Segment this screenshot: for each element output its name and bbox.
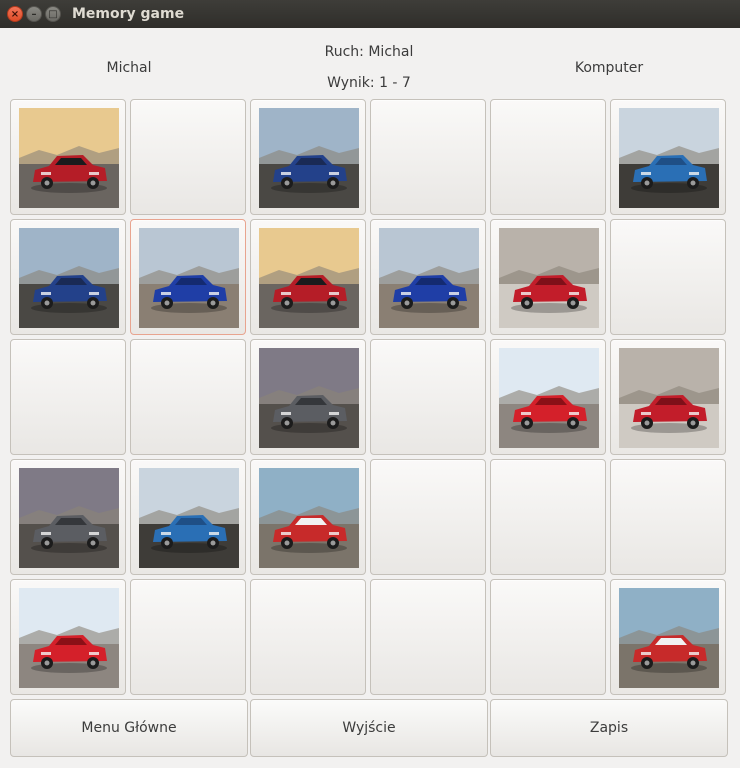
car-photo-peugeot-308-red — [619, 348, 719, 448]
card-revealed-peugeot-308-red[interactable] — [490, 219, 606, 335]
card-hidden[interactable] — [370, 339, 486, 455]
card-hidden[interactable] — [490, 579, 606, 695]
card-hidden[interactable] — [130, 99, 246, 215]
card-hidden[interactable] — [130, 339, 246, 455]
car-photo-kia-rio-red — [19, 588, 119, 688]
card-revealed-kia-rio-red[interactable] — [490, 339, 606, 455]
card-revealed-mini-cooper-red[interactable] — [610, 579, 726, 695]
card-revealed-porsche-panamera-blue[interactable] — [250, 99, 366, 215]
car-photo-mini-cooper-red — [259, 468, 359, 568]
card-hidden[interactable] — [250, 579, 366, 695]
car-photo-jaguar-ipace-grey — [259, 348, 359, 448]
card-hidden[interactable] — [370, 459, 486, 575]
card-revealed-bmw-i3-red[interactable] — [250, 219, 366, 335]
score-display: Wynik: 1 - 7 — [327, 75, 411, 91]
card-revealed-jaguar-ipace-grey[interactable] — [250, 339, 366, 455]
card-hidden[interactable] — [370, 579, 486, 695]
car-photo-bmw-i3-red — [19, 108, 119, 208]
main-menu-button[interactable]: Menu Główne — [10, 699, 248, 757]
exit-button[interactable]: Wyjście — [250, 699, 488, 757]
car-photo-kia-rio-red — [499, 348, 599, 448]
player-right-name: Komputer — [574, 60, 644, 76]
card-hidden[interactable] — [610, 219, 726, 335]
card-revealed-bmw-m5-blue[interactable] — [130, 219, 246, 335]
card-revealed-peugeot-308-red[interactable] — [610, 339, 726, 455]
save-button[interactable]: Zapis — [490, 699, 728, 757]
car-photo-mini-cooper-red — [619, 588, 719, 688]
maximize-window-button[interactable]: □ — [45, 6, 61, 22]
card-hidden[interactable] — [370, 99, 486, 215]
car-photo-porsche-panamera-blue — [259, 108, 359, 208]
card-revealed-audi-tt-blue[interactable] — [610, 99, 726, 215]
card-revealed-bmw-m5-blue[interactable] — [370, 219, 486, 335]
card-revealed-mini-cooper-red[interactable] — [250, 459, 366, 575]
card-hidden[interactable] — [10, 339, 126, 455]
car-photo-porsche-panamera-blue — [19, 228, 119, 328]
player-left-name: Michal — [106, 60, 152, 76]
card-revealed-jaguar-ipace-grey[interactable] — [10, 459, 126, 575]
card-hidden[interactable] — [610, 459, 726, 575]
turn-indicator: Ruch: Michal — [324, 44, 414, 60]
car-photo-audi-tt-blue — [139, 468, 239, 568]
car-photo-peugeot-308-red — [499, 228, 599, 328]
card-revealed-bmw-i3-red[interactable] — [10, 99, 126, 215]
window-title: Memory game — [72, 6, 185, 22]
car-photo-bmw-i3-red — [259, 228, 359, 328]
car-photo-bmw-m5-blue — [379, 228, 479, 328]
car-photo-bmw-m5-blue — [139, 228, 239, 328]
card-hidden[interactable] — [490, 99, 606, 215]
car-photo-jaguar-ipace-grey — [19, 468, 119, 568]
card-revealed-porsche-panamera-blue[interactable] — [10, 219, 126, 335]
card-revealed-kia-rio-red[interactable] — [10, 579, 126, 695]
card-hidden[interactable] — [130, 579, 246, 695]
close-window-button[interactable]: × — [7, 6, 23, 22]
card-hidden[interactable] — [490, 459, 606, 575]
minimize-window-button[interactable]: – — [26, 6, 42, 22]
card-revealed-audi-tt-blue[interactable] — [130, 459, 246, 575]
car-photo-audi-tt-blue — [619, 108, 719, 208]
title-bar: × – □ Memory game — [0, 0, 740, 28]
